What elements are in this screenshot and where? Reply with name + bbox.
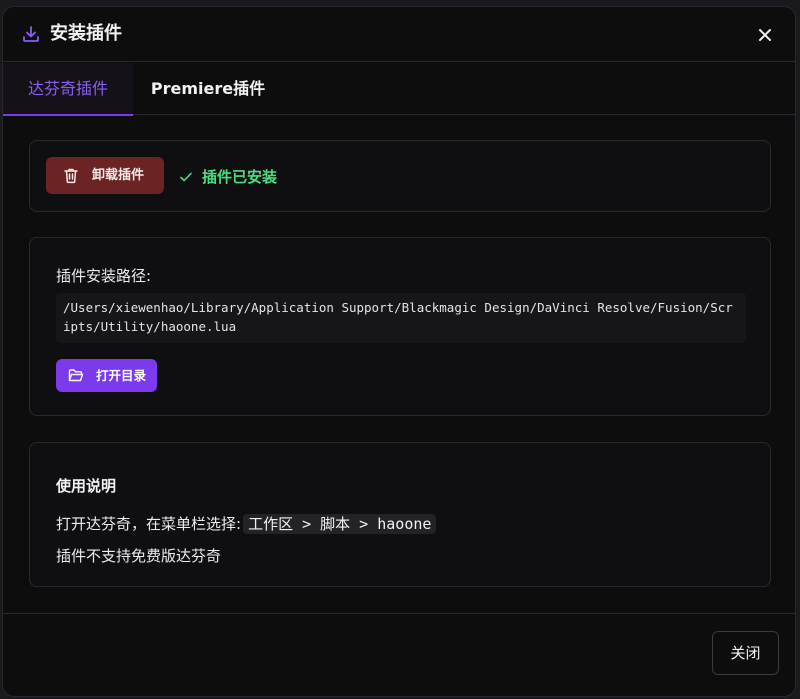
open-directory-button[interactable]: 打开目录: [56, 359, 157, 392]
uninstall-button[interactable]: 卸载插件: [46, 157, 164, 194]
install-path-value: /Users/xiewenhao/Library/Application Sup…: [56, 293, 746, 343]
dialog-footer: 关闭: [3, 613, 795, 696]
folder-open-icon: [68, 369, 84, 382]
install-status-card: 卸载插件 插件已安装: [29, 140, 771, 212]
open-directory-label: 打开目录: [96, 368, 147, 383]
usage-note: 插件不支持免费版达芬奇: [56, 547, 222, 565]
path-label: 插件安装路径:: [56, 267, 152, 285]
menu-path-code: 工作区 > 脚本 > haoone: [243, 514, 437, 534]
status-badge: 插件已安装: [179, 167, 277, 187]
tab-davinci[interactable]: 达芬奇插件: [3, 63, 133, 116]
uninstall-button-label: 卸载插件: [92, 168, 145, 183]
dialog-header: 安装插件: [3, 7, 795, 62]
trash-icon: [64, 168, 78, 184]
tab-premiere[interactable]: Premiere插件: [133, 63, 283, 115]
plugin-tabs: 达芬奇插件 Premiere插件: [3, 63, 795, 116]
close-button[interactable]: 关闭: [712, 631, 779, 675]
install-plugin-dialog: 安装插件 达芬奇插件 Premiere插件 卸载插件 插件已安装 插件安装路径:: [2, 6, 796, 697]
usage-step: 打开达芬奇，在菜单栏选择: 工作区 > 脚本 > haoone: [56, 514, 437, 534]
check-icon: [180, 172, 192, 182]
install-path-card: 插件安装路径: /Users/xiewenhao/Library/Applica…: [29, 237, 771, 416]
download-icon: [23, 26, 39, 42]
usage-instructions-card: 使用说明 打开达芬奇，在菜单栏选择: 工作区 > 脚本 > haoone 插件不…: [29, 442, 771, 587]
dialog-title: 安装插件: [50, 23, 122, 44]
close-icon[interactable]: [755, 25, 775, 45]
usage-title: 使用说明: [56, 477, 117, 495]
status-text: 插件已安装: [202, 168, 278, 186]
usage-step-text: 打开达芬奇，在菜单栏选择:: [56, 515, 242, 533]
